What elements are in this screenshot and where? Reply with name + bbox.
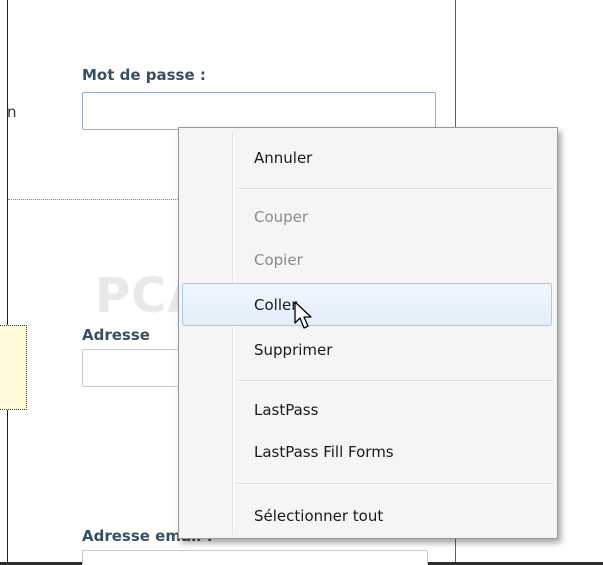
- menu-item-label: Couper: [254, 208, 309, 226]
- menu-item-label: LastPass: [254, 401, 319, 419]
- password-label: Mot de passe :: [82, 66, 206, 84]
- menu-item-label: LastPass Fill Forms: [254, 443, 394, 461]
- menu-item-label: Copier: [254, 251, 303, 269]
- menu-item-select-all[interactable]: Sélectionner tout: [182, 500, 552, 532]
- menu-item-label: Coller: [254, 296, 298, 314]
- menu-icon-gutter: [232, 132, 234, 534]
- menu-item-label: Annuler: [254, 149, 313, 167]
- menu-separator: [237, 483, 553, 485]
- menu-separator: [237, 380, 553, 382]
- context-menu: Annuler Couper Copier Coller Supprimer L…: [178, 127, 558, 539]
- menu-item-label: Supprimer: [254, 341, 333, 359]
- menu-item-coller[interactable]: Coller: [182, 283, 552, 326]
- window-left-border: [7, 0, 8, 565]
- menu-item-supprimer[interactable]: Supprimer: [182, 334, 552, 366]
- address-label: Adresse: [82, 326, 150, 344]
- email-input[interactable]: [82, 550, 428, 565]
- menu-item-lastpass[interactable]: LastPass: [182, 394, 552, 426]
- menu-separator: [237, 188, 553, 190]
- password-input[interactable]: [82, 92, 436, 130]
- menu-item-copier: Copier: [182, 244, 552, 276]
- menu-item-annuler[interactable]: Annuler: [182, 142, 552, 174]
- highlighted-field: [0, 325, 27, 410]
- menu-item-couper: Couper: [182, 201, 552, 233]
- partial-label-text: n: [7, 103, 17, 121]
- mouse-pointer-icon: [294, 301, 312, 329]
- menu-item-label: Sélectionner tout: [254, 507, 384, 525]
- menu-item-lastpass-fill-forms[interactable]: LastPass Fill Forms: [182, 436, 552, 468]
- page: n Mot de passe : Adresse Adresse email :…: [0, 0, 603, 565]
